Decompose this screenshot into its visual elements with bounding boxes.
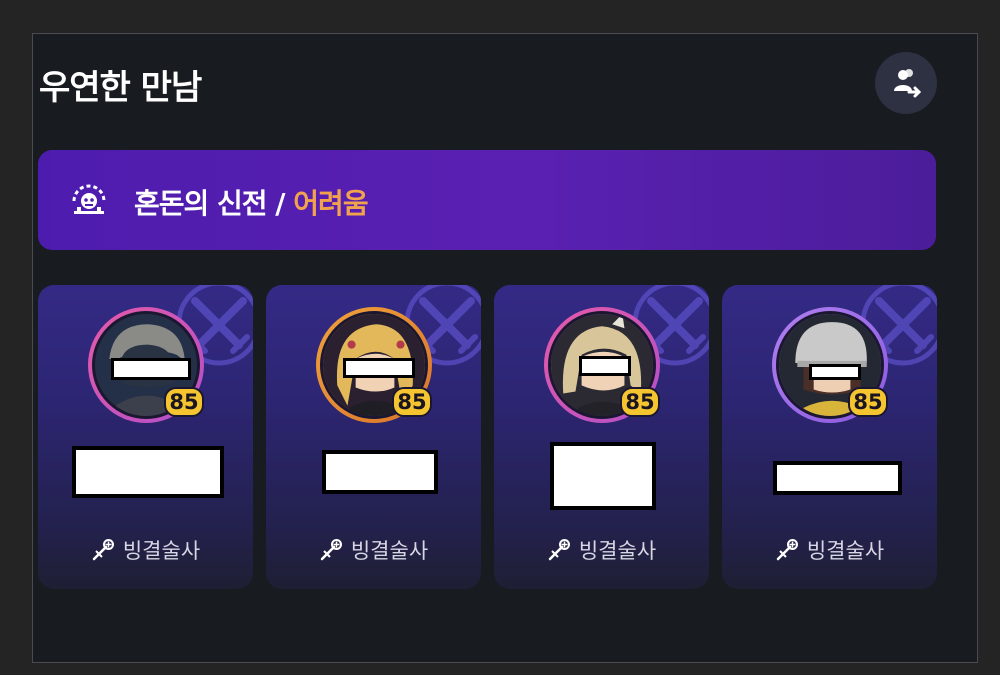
party-button[interactable] (875, 52, 937, 114)
ice-mage-staff-icon (320, 539, 342, 561)
name-redaction (343, 358, 415, 378)
level-badge: 85 (392, 387, 432, 417)
party-member-card[interactable]: 85 빙결술사 (722, 285, 937, 589)
class-name: 빙결술사 (806, 539, 885, 563)
class-name: 빙결술사 (578, 539, 657, 563)
class-name: 빙결술사 (122, 539, 201, 563)
level-badge: 85 (620, 387, 660, 417)
name-redaction (809, 364, 861, 380)
party-member-card[interactable]: 85 빙결술사 (494, 285, 709, 589)
player-name-redaction (72, 446, 224, 498)
dungeon-separator: / (266, 187, 294, 220)
class-label: 빙결술사 (494, 535, 709, 565)
class-label: 빙결술사 (722, 535, 937, 565)
class-name: 빙결술사 (350, 539, 429, 563)
party-transfer-icon (894, 69, 922, 98)
level-badge: 85 (848, 387, 888, 417)
party-member-card[interactable]: 85 빙결술사 (38, 285, 253, 589)
chaos-temple-icon (72, 184, 106, 214)
dungeon-difficulty: 어려움 (293, 187, 368, 220)
ice-mage-staff-icon (776, 539, 798, 561)
player-name-redaction (773, 461, 902, 495)
ice-mage-staff-icon (92, 539, 114, 561)
name-redaction (111, 358, 191, 380)
dungeon-label: 혼돈의 신전 / 어려움 (134, 182, 369, 222)
page-title: 우연한 만남 (39, 68, 202, 108)
party-member-card[interactable]: 85 빙결술사 (266, 285, 481, 589)
ice-mage-staff-icon (548, 539, 570, 561)
level-badge: 85 (164, 387, 204, 417)
player-name-redaction (322, 450, 438, 494)
dungeon-name: 혼돈의 신전 (134, 187, 268, 220)
name-redaction (579, 356, 631, 376)
dungeon-banner[interactable]: 혼돈의 신전 / 어려움 (38, 150, 936, 250)
class-label: 빙결술사 (266, 535, 481, 565)
encounter-panel: 우연한 만남 혼돈의 신전 / 어려움 85 빙결술사 85 빙결술사 85 빙… (32, 33, 978, 663)
player-name-redaction (550, 442, 656, 510)
class-label: 빙결술사 (38, 535, 253, 565)
